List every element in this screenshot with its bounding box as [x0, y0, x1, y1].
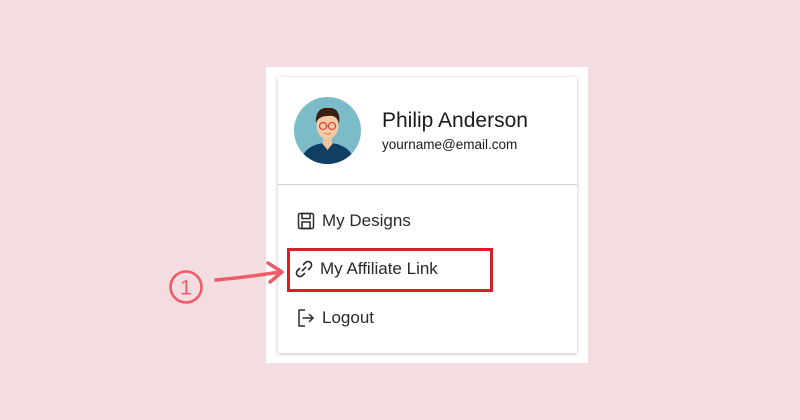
user-name: Philip Anderson	[382, 109, 528, 132]
logout-icon	[296, 308, 316, 328]
menu-item-logout[interactable]: Logout	[296, 305, 374, 331]
menu-item-label: Logout	[322, 308, 374, 327]
step-number-label: 1	[180, 277, 192, 300]
account-dropdown-menu: Philip Anderson yourname@email.com My De…	[278, 77, 577, 353]
highlight-box	[287, 248, 493, 292]
step-number-badge: 1	[168, 269, 204, 305]
menu-item-label: My Designs	[322, 211, 411, 230]
menu-divider	[278, 184, 577, 185]
pointer-arrow-icon	[214, 261, 284, 284]
menu-frame: Philip Anderson yourname@email.com My De…	[266, 67, 588, 363]
user-email: yourname@email.com	[382, 137, 518, 152]
profile-header: Philip Anderson yourname@email.com	[278, 77, 577, 184]
avatar	[294, 97, 361, 164]
floppy-disk-icon	[296, 211, 316, 231]
menu-item-my-designs[interactable]: My Designs	[296, 208, 411, 234]
